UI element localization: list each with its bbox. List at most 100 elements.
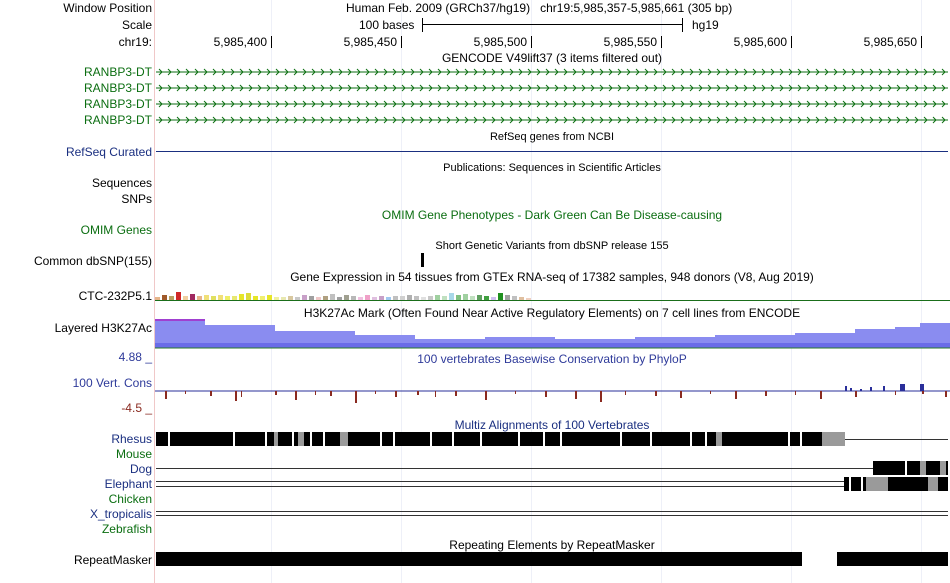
alignment-gap [716, 432, 722, 446]
alignment-gap [452, 432, 454, 446]
ruler-tick [271, 36, 272, 48]
omim-label[interactable]: OMIM Genes [81, 223, 152, 237]
ruler-tick [791, 36, 792, 48]
gtex-bar-graph[interactable] [155, 288, 950, 304]
repeat-element[interactable] [837, 552, 948, 566]
multiz-species-label[interactable]: X_tropicalis [90, 507, 152, 521]
refseq-label[interactable]: RefSeq Curated [66, 145, 152, 159]
alignment-gap [393, 432, 395, 446]
phylop-track-title: 100 vertebrates Basewise Conservation by… [417, 352, 687, 366]
publications-snps-label[interactable]: SNPs [121, 192, 152, 206]
gencode-track-title: GENCODE V49lift37 (3 items filtered out) [441, 51, 663, 65]
ruler-tick [531, 36, 532, 48]
ruler-tick [661, 36, 662, 48]
alignment-block[interactable] [873, 461, 948, 475]
dbsnp-label[interactable]: Common dbSNP(155) [34, 254, 152, 268]
omim-track-title: OMIM Gene Phenotypes - Dark Green Can Be… [381, 208, 723, 222]
alignment-gap [928, 477, 938, 491]
assembly-title: Human Feb. 2009 (GRCh37/hg19) [346, 1, 531, 15]
refseq-track-title: RefSeq genes from NCBI [489, 131, 615, 143]
alignment-gap [866, 477, 888, 491]
publications-track-title: Publications: Sequences in Scientific Ar… [443, 162, 661, 174]
alignment-gap [650, 432, 652, 446]
ruler-tick [401, 36, 402, 48]
scale-bar-left [422, 18, 423, 32]
chr-label: chr19: [118, 35, 152, 49]
snp-feature[interactable] [421, 253, 424, 267]
phylop-max-label: 4.88 _ [118, 350, 152, 364]
alignment-block[interactable] [156, 432, 822, 446]
gene-feature[interactable] [156, 99, 948, 109]
alignment-gap [430, 432, 432, 446]
gencode-item-label[interactable]: RANBP3-DT [84, 81, 152, 95]
gene-feature[interactable] [156, 67, 948, 77]
multiz-species-label[interactable]: Rhesus [111, 432, 152, 446]
alignment-line [156, 515, 948, 516]
alignment-gap [620, 432, 622, 446]
alignment-gap [168, 432, 170, 446]
dbsnp-track-title: Short Genetic Variants from dbSNP releas… [435, 240, 669, 252]
alignment-gap [380, 432, 382, 446]
phylop-signal[interactable] [155, 380, 950, 404]
ruler-tick-label: 5,985,550 [603, 35, 657, 49]
alignment-gap [274, 432, 278, 446]
multiz-species-label[interactable]: Mouse [116, 447, 152, 461]
rmsk-label[interactable]: RepeatMasker [74, 553, 152, 567]
multiz-track-title: Multiz Alignments of 100 Vertebrates [454, 418, 650, 432]
alignment-gap [480, 432, 482, 446]
alignment-line [845, 439, 948, 440]
gene-feature[interactable] [156, 83, 948, 93]
window-position-label: Window Position [63, 1, 152, 15]
alignment-gap [518, 432, 520, 446]
ruler-tick-label: 5,985,650 [863, 35, 917, 49]
alignment-gap [920, 461, 926, 475]
ruler-tick-label: 5,985,600 [733, 35, 787, 49]
scale-label: Scale [121, 18, 152, 32]
h3k27ac-label[interactable]: Layered H3K27Ac [55, 321, 152, 335]
gtex-label[interactable]: CTC-232P5.1 [79, 289, 152, 303]
phylop-label[interactable]: 100 Vert. Cons [73, 376, 152, 390]
repeat-element[interactable] [156, 552, 802, 566]
multiz-species-label[interactable]: Zebrafish [102, 522, 152, 536]
ruler-tick-label: 5,985,400 [213, 35, 267, 49]
alignment-gap [340, 432, 348, 446]
rmsk-track-title: Repeating Elements by RepeatMasker [449, 538, 655, 552]
alignment-gap [543, 432, 545, 446]
multiz-species-label[interactable]: Dog [130, 462, 152, 476]
alignment-line [156, 468, 873, 469]
alignment-gap [905, 461, 907, 475]
publications-sequences-label[interactable]: Sequences [92, 176, 152, 190]
scale-text: 100 bases [359, 18, 415, 32]
gene-feature[interactable] [156, 115, 948, 125]
position-header: Human Feb. 2009 (GRCh37/hg19) chr19:5,98… [346, 1, 732, 15]
scale-bar-right [682, 18, 683, 32]
alignment-gap [800, 432, 802, 446]
alignment-gap [233, 432, 235, 446]
multiz-species-label[interactable]: Elephant [105, 477, 152, 491]
alignment-gap [788, 432, 790, 446]
gencode-item-label[interactable]: RANBP3-DT [84, 97, 152, 111]
alignment-gap [822, 432, 845, 446]
alignment-gap [292, 432, 294, 446]
alignment-gap [849, 477, 851, 491]
alignment-gap [560, 432, 562, 446]
alignment-gap [940, 461, 946, 475]
alignment-gap [265, 432, 267, 446]
alignment-gap [310, 432, 312, 446]
multiz-species-label[interactable]: Chicken [109, 492, 152, 506]
ruler-tick-label: 5,985,500 [473, 35, 527, 49]
gtex-track-title: Gene Expression in 54 tissues from GTEx … [290, 270, 814, 284]
refseq-gene-line[interactable] [156, 151, 948, 152]
alignment-gap [861, 477, 863, 491]
scale-db: hg19 [692, 18, 719, 32]
gencode-item-label[interactable]: RANBP3-DT [84, 65, 152, 79]
alignment-gap [705, 432, 707, 446]
alignment-gap [298, 432, 304, 446]
phylop-min-label: -4.5 _ [121, 401, 152, 415]
alignment-line [156, 511, 948, 512]
scale-bar [422, 24, 683, 25]
gencode-item-label[interactable]: RANBP3-DT [84, 113, 152, 127]
ruler-tick-label: 5,985,450 [343, 35, 397, 49]
alignment-double-line [156, 481, 844, 487]
alignment-gap [690, 432, 692, 446]
